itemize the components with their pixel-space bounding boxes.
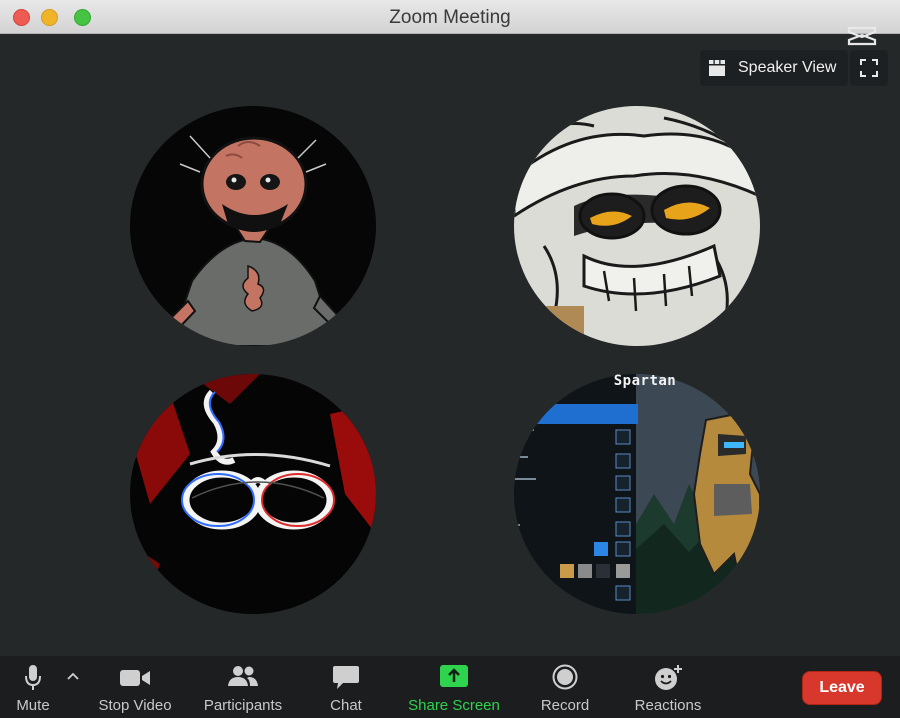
- speaker-view-button[interactable]: Speaker View: [700, 50, 848, 86]
- leave-button[interactable]: Leave: [802, 671, 882, 705]
- capcut-logo-icon: [847, 26, 877, 46]
- chat-label: Chat: [330, 697, 362, 714]
- reactions-button[interactable]: Reactions: [618, 656, 718, 718]
- participant-avatar-3: [130, 374, 376, 614]
- stop-video-label: Stop Video: [98, 697, 172, 714]
- reactions-label: Reactions: [634, 697, 702, 714]
- participants-button[interactable]: Participants: [188, 656, 298, 718]
- record-label: Record: [540, 697, 590, 714]
- reactions-icon: [655, 665, 682, 690]
- mute-button[interactable]: Mute: [0, 656, 66, 718]
- grid-icon: [709, 60, 725, 76]
- participant-name-4: Spartan: [613, 373, 677, 389]
- participant-avatar-4: [514, 374, 760, 614]
- record-button[interactable]: Record: [520, 656, 610, 718]
- speaker-view-label: Speaker View: [738, 59, 837, 76]
- participants-label: Participants: [203, 697, 283, 714]
- participants-icon: [228, 666, 258, 686]
- participant-video-2[interactable]: [514, 106, 760, 346]
- meeting-stage: [0, 34, 900, 656]
- share-screen-button[interactable]: Share Screen: [396, 656, 512, 718]
- mute-label: Mute: [16, 697, 50, 714]
- participant-video-4[interactable]: [514, 374, 760, 614]
- chevron-up-icon: [67, 672, 79, 680]
- audio-options-button[interactable]: [62, 656, 84, 718]
- participant-avatar-1: [130, 106, 376, 346]
- participant-avatar-2: [514, 106, 760, 346]
- chat-button[interactable]: Chat: [306, 656, 386, 718]
- record-icon: [552, 664, 578, 690]
- fullscreen-icon: [860, 59, 878, 77]
- participant-video-1[interactable]: [130, 106, 376, 346]
- fullscreen-button[interactable]: [850, 50, 888, 86]
- participant-video-3[interactable]: [130, 374, 376, 614]
- window-title: Zoom Meeting: [389, 7, 511, 28]
- title-bar: Zoom Meeting: [0, 0, 900, 34]
- share-screen-label: Share Screen: [408, 697, 500, 714]
- video-camera-icon: [120, 670, 150, 686]
- stop-video-button[interactable]: Stop Video: [84, 656, 186, 718]
- chat-bubble-icon: [333, 666, 359, 689]
- share-screen-icon: [440, 665, 468, 687]
- microphone-icon: [25, 665, 41, 690]
